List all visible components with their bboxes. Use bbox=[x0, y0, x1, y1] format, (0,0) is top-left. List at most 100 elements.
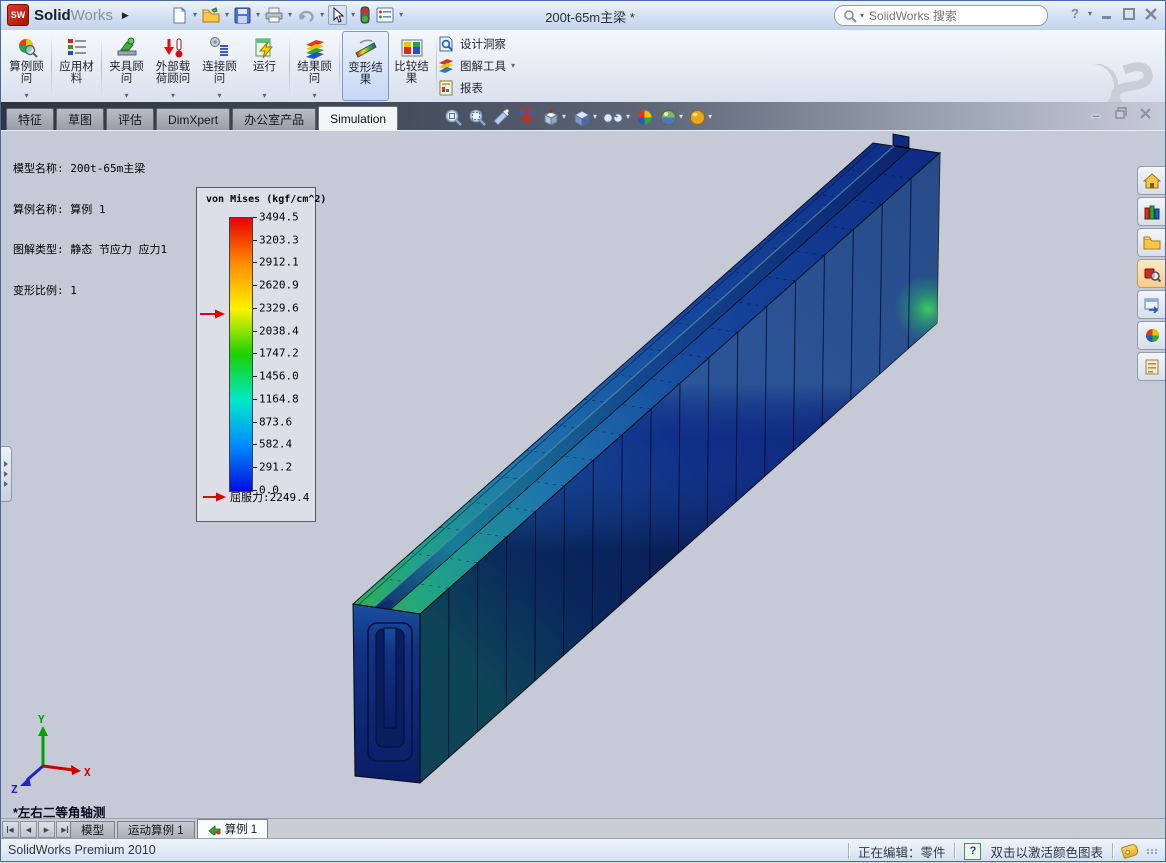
feature-manager-flyout-handle[interactable] bbox=[0, 446, 12, 502]
solidworks-logo: SW SolidWorks ▶ bbox=[7, 4, 129, 26]
zoom-to-area-icon[interactable] bbox=[468, 108, 487, 127]
ribbon-connections-advisor-button[interactable]: 连接顾问 ▾ bbox=[197, 31, 242, 101]
tab-dimxpert[interactable]: DimXpert bbox=[156, 108, 230, 130]
legend-tick: 1456.0 bbox=[259, 370, 299, 383]
study-icon bbox=[208, 823, 221, 835]
custom-properties-button[interactable] bbox=[1137, 352, 1166, 381]
doc-restore-button[interactable] bbox=[1115, 107, 1128, 119]
status-help-icon[interactable]: ? bbox=[964, 843, 981, 860]
close-button[interactable] bbox=[1145, 8, 1158, 20]
new-document-button[interactable] bbox=[170, 6, 189, 25]
legend-tick: 2912.1 bbox=[259, 256, 299, 269]
graphics-area[interactable]: 模型名称: 200t-65m主梁 算例名称: 算例 1 图解类型: 静态 节应力… bbox=[0, 130, 1166, 819]
ribbon-compare-results-button[interactable]: 比较结果 bbox=[389, 31, 434, 101]
help-dropdown-icon[interactable]: ▾ bbox=[1088, 10, 1092, 18]
doc-minimize-button[interactable] bbox=[1091, 108, 1103, 119]
legend-tick: 582.4 bbox=[259, 438, 292, 451]
select-tool-button[interactable] bbox=[328, 5, 347, 25]
maximize-button[interactable] bbox=[1123, 8, 1136, 20]
legend-tick: 2038.4 bbox=[259, 325, 299, 338]
search-results-button[interactable] bbox=[1137, 259, 1166, 288]
ribbon-results-advisor-button[interactable]: 结果顾问 ▾ bbox=[292, 31, 337, 101]
tab-sketch[interactable]: 草图 bbox=[56, 108, 104, 130]
fixtures-advisor-icon bbox=[115, 34, 139, 61]
legend-tick: 1747.2 bbox=[259, 347, 299, 360]
dropdown-icon: ▾ bbox=[217, 92, 221, 100]
tab-navigation: ◀ ◀ ▶ ▶ bbox=[2, 821, 73, 838]
compare-results-icon bbox=[400, 34, 424, 61]
print-button[interactable] bbox=[264, 6, 284, 24]
display-style-icon[interactable]: ▾ bbox=[571, 108, 597, 127]
document-window-controls bbox=[1091, 107, 1152, 119]
ribbon-report-button[interactable]: 报表 bbox=[438, 78, 515, 97]
design-checker-button[interactable] bbox=[375, 6, 395, 24]
doc-close-button[interactable] bbox=[1140, 108, 1152, 119]
first-tab-button[interactable]: ◀ bbox=[2, 821, 19, 838]
ribbon-separator bbox=[339, 36, 340, 96]
tab-model[interactable]: 模型 bbox=[70, 821, 115, 838]
previous-tab-button[interactable]: ◀ bbox=[20, 821, 37, 838]
view-palette-button[interactable] bbox=[1137, 290, 1166, 319]
view-settings-icon[interactable]: ▾ bbox=[688, 108, 712, 127]
tab-office-products[interactable]: 办公室产品 bbox=[232, 108, 316, 130]
solidworks-resources-button[interactable] bbox=[1137, 166, 1166, 195]
undo-button[interactable] bbox=[296, 7, 316, 24]
interference-check-icon[interactable] bbox=[359, 5, 371, 25]
ribbon-study-advisor-button[interactable]: 算例顾问 ▾ bbox=[4, 31, 49, 101]
open-button[interactable] bbox=[201, 6, 221, 24]
print-dropdown-icon[interactable]: ▾ bbox=[288, 11, 292, 19]
ribbon-deformed-result-button[interactable]: 变形结果 bbox=[342, 31, 389, 101]
ribbon-separator bbox=[436, 36, 437, 96]
legend-tick: 3494.5 bbox=[259, 211, 299, 224]
legend-tick: 291.2 bbox=[259, 461, 292, 474]
design-library-button[interactable] bbox=[1137, 197, 1166, 226]
search-input[interactable] bbox=[867, 8, 1039, 24]
new-dropdown-icon[interactable]: ▾ bbox=[193, 11, 197, 19]
quick-access-toolbar: ▾ ▾ ▾ ▾ ▾ ▾ ▾ bbox=[170, 3, 403, 27]
tab-simulation[interactable]: Simulation bbox=[318, 106, 398, 130]
minimize-button[interactable] bbox=[1101, 8, 1114, 20]
ribbon-run-button[interactable]: 运行 ▾ bbox=[242, 31, 287, 101]
view-orientation-icon[interactable]: ▾ bbox=[540, 108, 566, 127]
appearances-scenes-button[interactable] bbox=[1137, 321, 1166, 350]
file-explorer-button[interactable] bbox=[1137, 228, 1166, 257]
orientation-triad: Y X Z bbox=[11, 713, 91, 796]
tab-evaluate[interactable]: 评估 bbox=[106, 108, 154, 130]
undo-dropdown-icon[interactable]: ▾ bbox=[320, 11, 324, 19]
dropdown-icon: ▾ bbox=[171, 92, 175, 100]
select-dropdown-icon[interactable]: ▾ bbox=[351, 11, 355, 19]
open-dropdown-icon[interactable]: ▾ bbox=[225, 11, 229, 19]
design-checker-dropdown-icon[interactable]: ▾ bbox=[399, 11, 403, 19]
next-tab-button[interactable]: ▶ bbox=[38, 821, 55, 838]
task-pane-tabs bbox=[1137, 166, 1166, 381]
stress-legend[interactable]: von Mises (kgf/cm^2) 3494.5 3203.3 2912.… bbox=[196, 187, 316, 522]
hide-show-items-icon[interactable]: ▾ bbox=[602, 109, 630, 126]
tag-icon[interactable] bbox=[1121, 843, 1140, 859]
legend-tick: 1164.8 bbox=[259, 393, 299, 406]
zoom-to-fit-icon[interactable] bbox=[444, 108, 463, 127]
study-advisor-icon bbox=[15, 34, 39, 61]
model-3d-beam[interactable]: Y X Z bbox=[0, 131, 1166, 819]
save-dropdown-icon[interactable]: ▾ bbox=[256, 11, 260, 19]
ribbon-apply-material-button[interactable]: 应用材料 bbox=[54, 31, 99, 101]
menu-expand-icon[interactable]: ▶ bbox=[122, 10, 129, 21]
previous-view-icon[interactable] bbox=[492, 108, 511, 127]
ribbon-plot-tools-button[interactable]: 图解工具 ▾ bbox=[438, 56, 515, 75]
apply-scene-icon[interactable]: ▾ bbox=[659, 108, 683, 127]
yield-strength-arrow-icon bbox=[199, 308, 226, 320]
triad-x-label: X bbox=[84, 766, 91, 779]
ribbon-external-loads-button[interactable]: 外部载荷顾问 ▾ bbox=[149, 31, 197, 101]
resize-grip[interactable] bbox=[1147, 849, 1158, 854]
save-button[interactable] bbox=[233, 6, 252, 25]
document-title: 200t-65m主梁 * bbox=[430, 7, 750, 26]
section-view-icon[interactable] bbox=[516, 108, 535, 127]
help-button[interactable]: ? bbox=[1071, 6, 1079, 21]
tab-motion-study-1[interactable]: 运动算例 1 bbox=[117, 821, 195, 838]
tab-features[interactable]: 特征 bbox=[6, 108, 54, 130]
ribbon-fixtures-advisor-button[interactable]: 夹具顾问 ▾ bbox=[104, 31, 149, 101]
ribbon-design-insight-button[interactable]: 设计洞察 bbox=[438, 34, 515, 53]
color-chart-hint: 双击以激活颜色图表 bbox=[990, 842, 1103, 861]
search-scope-dropdown-icon[interactable]: ▾ bbox=[860, 12, 864, 20]
edit-appearance-icon[interactable] bbox=[635, 108, 654, 127]
tab-study-1[interactable]: 算例 1 bbox=[197, 819, 269, 838]
